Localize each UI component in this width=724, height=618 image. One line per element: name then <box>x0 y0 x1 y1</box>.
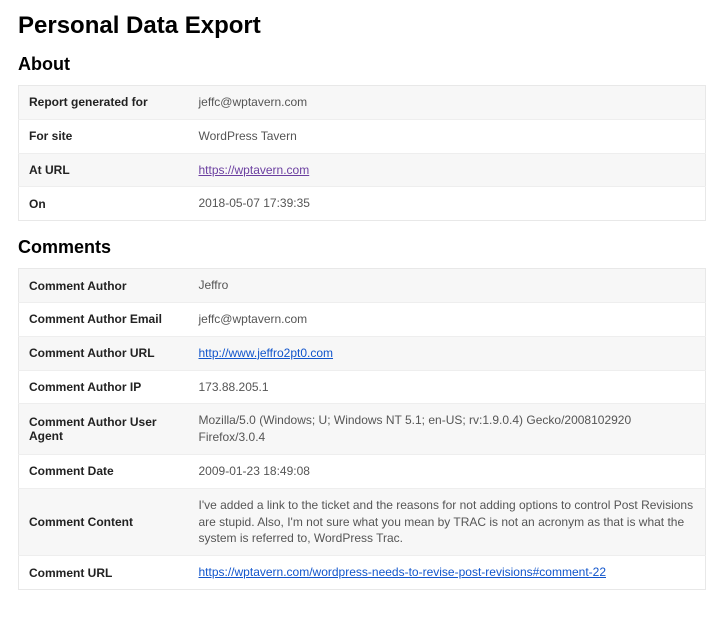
comment-url-link[interactable]: https://wptavern.com/wordpress-needs-to-… <box>199 565 607 579</box>
about-value: 2018-05-07 17:39:35 <box>189 187 706 221</box>
comment-value: I've added a link to the ticket and the … <box>189 488 706 555</box>
about-label: For site <box>19 119 189 153</box>
table-row: For site WordPress Tavern <box>19 119 706 153</box>
comment-label: Comment Author Email <box>19 302 189 336</box>
about-value: https://wptavern.com <box>189 153 706 187</box>
table-row: At URL https://wptavern.com <box>19 153 706 187</box>
about-value: jeffc@wptavern.com <box>189 86 706 120</box>
about-label: At URL <box>19 153 189 187</box>
about-value: WordPress Tavern <box>189 119 706 153</box>
page-title: Personal Data Export <box>18 12 706 40</box>
table-row: Report generated for jeffc@wptavern.com <box>19 86 706 120</box>
comment-label: Comment Content <box>19 488 189 555</box>
comment-value: https://wptavern.com/wordpress-needs-to-… <box>189 556 706 590</box>
table-row: Comment Author IP 173.88.205.1 <box>19 370 706 404</box>
comments-heading: Comments <box>18 237 706 258</box>
comment-value: jeffc@wptavern.com <box>189 302 706 336</box>
table-row: Comment Author Email jeffc@wptavern.com <box>19 302 706 336</box>
comment-label: Comment Date <box>19 454 189 488</box>
table-row: Comment Author User Agent Mozilla/5.0 (W… <box>19 404 706 455</box>
table-row: Comment URL https://wptavern.com/wordpre… <box>19 556 706 590</box>
comment-value: Jeffro <box>189 269 706 303</box>
comment-label: Comment URL <box>19 556 189 590</box>
table-row: Comment Author Jeffro <box>19 269 706 303</box>
about-label: On <box>19 187 189 221</box>
comment-value: Mozilla/5.0 (Windows; U; Windows NT 5.1;… <box>189 404 706 455</box>
comment-value: 2009-01-23 18:49:08 <box>189 454 706 488</box>
comment-author-url-link[interactable]: http://www.jeffro2pt0.com <box>199 346 334 360</box>
about-table: Report generated for jeffc@wptavern.com … <box>18 85 706 221</box>
comment-label: Comment Author URL <box>19 336 189 370</box>
table-row: Comment Author URL http://www.jeffro2pt0… <box>19 336 706 370</box>
comments-table: Comment Author Jeffro Comment Author Ema… <box>18 268 706 590</box>
table-row: On 2018-05-07 17:39:35 <box>19 187 706 221</box>
table-row: Comment Content I've added a link to the… <box>19 488 706 555</box>
comment-label: Comment Author User Agent <box>19 404 189 455</box>
about-url-link[interactable]: https://wptavern.com <box>199 163 310 177</box>
comment-label: Comment Author IP <box>19 370 189 404</box>
table-row: Comment Date 2009-01-23 18:49:08 <box>19 454 706 488</box>
about-label: Report generated for <box>19 86 189 120</box>
comment-value: http://www.jeffro2pt0.com <box>189 336 706 370</box>
comment-label: Comment Author <box>19 269 189 303</box>
comment-value: 173.88.205.1 <box>189 370 706 404</box>
about-heading: About <box>18 54 706 75</box>
